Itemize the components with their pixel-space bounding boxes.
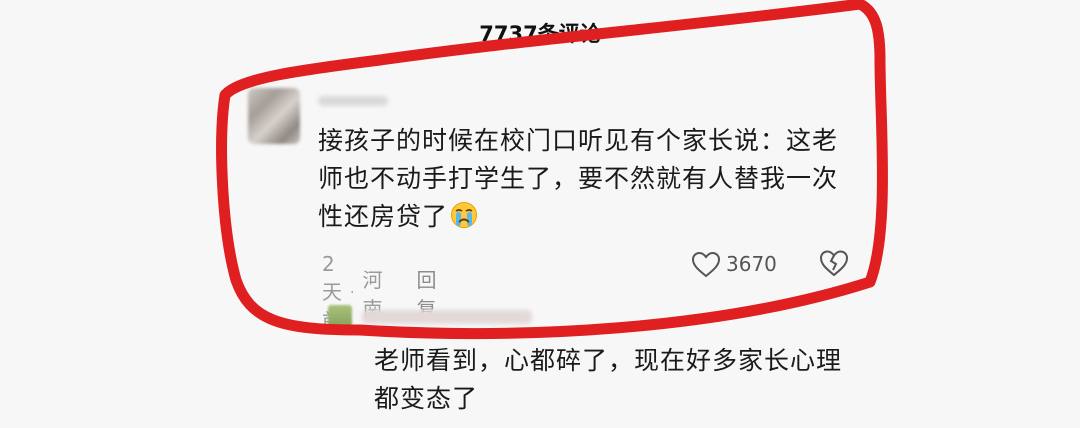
like-count: 3670 bbox=[726, 252, 777, 276]
comment-text: 老师看到，心都碎了，现在好多家长心理 都变态了 bbox=[374, 342, 894, 418]
avatar[interactable] bbox=[248, 88, 300, 144]
heart-icon bbox=[691, 251, 721, 278]
comment-line: 老师看到，心都碎了，现在好多家长心理 bbox=[374, 346, 843, 375]
comments-count-title: 7737条评论 bbox=[479, 22, 601, 46]
comment-line: 性还房贷了 bbox=[318, 198, 878, 236]
comment-line: 接孩子的时候在校门口听见有个家长说：这老 bbox=[318, 126, 839, 155]
comment-line: 都变态了 bbox=[374, 384, 479, 413]
username-blurred[interactable] bbox=[318, 96, 388, 106]
avatar[interactable] bbox=[328, 305, 352, 331]
separator-dot: · bbox=[350, 285, 355, 301]
comment-text: 接孩子的时候在校门口听见有个家长说：这老 师也不动手打学生了，要不然就有人替我一… bbox=[318, 122, 878, 236]
crying-face-icon bbox=[450, 201, 478, 229]
broken-heart-icon[interactable] bbox=[818, 248, 850, 282]
like-button[interactable]: 3670 bbox=[690, 250, 777, 278]
username-blurred[interactable] bbox=[362, 310, 532, 324]
comment-line: 师也不动手打学生了，要不然就有人替我一次 bbox=[318, 164, 839, 193]
